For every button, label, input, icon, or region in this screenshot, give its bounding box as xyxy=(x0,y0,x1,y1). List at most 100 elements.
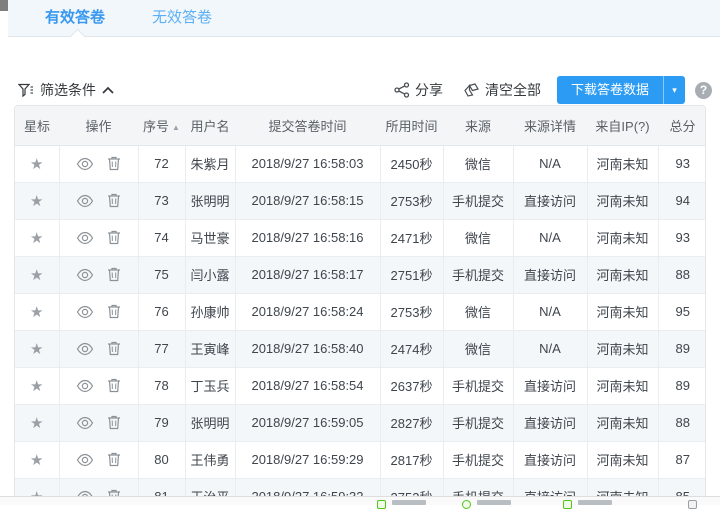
seq-cell: 75 xyxy=(138,256,185,293)
source-detail-cell: N/A xyxy=(513,330,587,367)
view-button[interactable] xyxy=(76,379,94,393)
star-icon[interactable]: ★ xyxy=(30,193,43,210)
source-cell: 手机提交 xyxy=(443,404,513,441)
actions-cell xyxy=(59,441,138,478)
source-cell: 手机提交 xyxy=(443,441,513,478)
star-cell: ★ xyxy=(15,219,59,256)
star-icon[interactable]: ★ xyxy=(30,415,43,432)
star-icon[interactable]: ★ xyxy=(30,230,43,247)
delete-button[interactable] xyxy=(107,341,121,356)
star-icon[interactable]: ★ xyxy=(30,452,43,469)
delete-button[interactable] xyxy=(107,415,121,430)
share-label: 分享 xyxy=(415,80,443,100)
seq-cell: 78 xyxy=(138,367,185,404)
tab-bar: 有效答卷 无效答卷 xyxy=(8,0,720,37)
clear-all-button[interactable]: 清空全部 xyxy=(463,80,541,100)
table-body: ★ xyxy=(15,145,706,505)
ip-cell: 河南未知 xyxy=(587,182,658,219)
column-header-source: 来源 xyxy=(443,106,513,145)
star-icon[interactable]: ★ xyxy=(30,378,43,395)
source-detail-cell: 直接访问 xyxy=(513,367,587,404)
table-row: ★ xyxy=(15,330,706,367)
view-button[interactable] xyxy=(76,231,94,245)
score-cell: 88 xyxy=(658,256,706,293)
star-icon[interactable]: ★ xyxy=(30,267,43,284)
window-edge-fragment xyxy=(0,0,8,11)
star-cell: ★ xyxy=(15,404,59,441)
help-button[interactable]: ? xyxy=(695,82,712,99)
delete-button[interactable] xyxy=(107,452,121,467)
eye-icon xyxy=(76,268,94,282)
trash-icon xyxy=(107,341,121,356)
legend-fragment-text xyxy=(578,500,612,505)
username-cell: 张明明 xyxy=(185,182,235,219)
duration-cell: 2827秒 xyxy=(380,404,443,441)
view-button[interactable] xyxy=(76,305,94,319)
download-dropdown-toggle[interactable]: ▾ xyxy=(663,76,685,104)
star-icon[interactable]: ★ xyxy=(30,304,43,321)
duration-cell: 2474秒 xyxy=(380,330,443,367)
actions-cell xyxy=(59,404,138,441)
caret-down-icon: ▾ xyxy=(672,85,677,96)
score-cell: 94 xyxy=(658,182,706,219)
eraser-icon xyxy=(463,83,480,98)
filter-conditions-toggle[interactable]: 筛选条件 xyxy=(18,80,114,100)
view-button[interactable] xyxy=(76,157,94,171)
chevron-up-icon xyxy=(102,86,114,94)
filter-conditions-label: 筛选条件 xyxy=(40,80,96,100)
submit-time-cell: 2018/9/27 16:59:05 xyxy=(235,404,380,441)
delete-button[interactable] xyxy=(107,267,121,282)
column-header-actions: 操作 xyxy=(59,106,138,145)
eye-icon xyxy=(76,194,94,208)
submit-time-cell: 2018/9/27 16:59:29 xyxy=(235,441,380,478)
submit-time-cell: 2018/9/27 16:58:40 xyxy=(235,330,380,367)
view-button[interactable] xyxy=(76,416,94,430)
download-data-button[interactable]: 下载答卷数据 xyxy=(557,76,663,104)
star-icon[interactable]: ★ xyxy=(30,341,43,358)
column-header-score: 总分 xyxy=(658,106,706,145)
delete-button[interactable] xyxy=(107,230,121,245)
table-row: ★ xyxy=(15,219,706,256)
view-button[interactable] xyxy=(76,194,94,208)
ip-cell: 河南未知 xyxy=(587,219,658,256)
share-icon xyxy=(394,82,410,98)
trash-icon xyxy=(107,378,121,393)
username-cell: 孙康帅 xyxy=(185,293,235,330)
seq-cell: 80 xyxy=(138,441,185,478)
column-header-source-detail: 来源详情 xyxy=(513,106,587,145)
submit-time-cell: 2018/9/27 16:58:54 xyxy=(235,367,380,404)
submit-time-cell: 2018/9/27 16:58:24 xyxy=(235,293,380,330)
sort-asc-icon: ▲ xyxy=(172,123,180,132)
score-cell: 95 xyxy=(658,293,706,330)
star-icon[interactable]: ★ xyxy=(30,156,43,173)
table-row: ★ xyxy=(15,293,706,330)
column-header-username: 用户名 xyxy=(185,106,235,145)
column-header-ip[interactable]: 来自IP(?) xyxy=(587,106,658,145)
share-button[interactable]: 分享 xyxy=(394,80,443,100)
source-detail-cell: 直接访问 xyxy=(513,441,587,478)
source-detail-cell: N/A xyxy=(513,293,587,330)
source-detail-cell: N/A xyxy=(513,219,587,256)
table-row: ★ xyxy=(15,404,706,441)
view-button[interactable] xyxy=(76,453,94,467)
column-header-seq[interactable]: 序号▲ xyxy=(138,106,185,145)
view-button[interactable] xyxy=(76,268,94,282)
source-detail-cell: 直接访问 xyxy=(513,182,587,219)
tab-invalid-responses[interactable]: 无效答卷 xyxy=(152,0,212,36)
funnel-icon xyxy=(18,83,34,98)
table-row: ★ xyxy=(15,145,706,182)
ip-cell: 河南未知 xyxy=(587,367,658,404)
star-cell: ★ xyxy=(15,293,59,330)
seq-cell: 76 xyxy=(138,293,185,330)
delete-button[interactable] xyxy=(107,156,121,171)
delete-button[interactable] xyxy=(107,304,121,319)
delete-button[interactable] xyxy=(107,193,121,208)
delete-button[interactable] xyxy=(107,378,121,393)
score-cell: 89 xyxy=(658,367,706,404)
username-cell: 丁玉兵 xyxy=(185,367,235,404)
duration-cell: 2471秒 xyxy=(380,219,443,256)
table-row: ★ xyxy=(15,441,706,478)
source-cell: 手机提交 xyxy=(443,367,513,404)
duration-cell: 2637秒 xyxy=(380,367,443,404)
view-button[interactable] xyxy=(76,342,94,356)
